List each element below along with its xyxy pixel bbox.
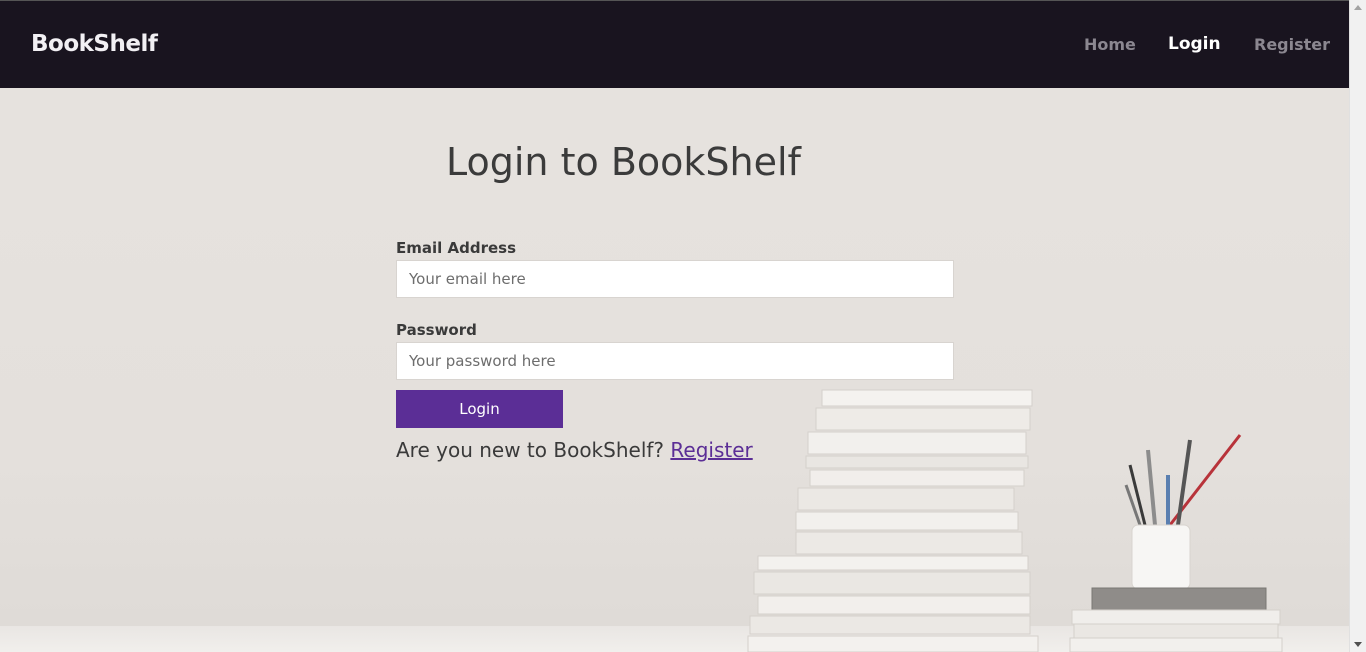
- email-label: Email Address: [396, 239, 517, 257]
- brand-logo-link[interactable]: BookShelf: [31, 31, 158, 57]
- page-viewport: BookShelf Home Login Register Login to B…: [0, 0, 1349, 652]
- register-link[interactable]: Register: [670, 438, 752, 462]
- page-title: Login to BookShelf: [446, 140, 801, 184]
- register-prompt: Are you new to BookShelf? Register: [396, 438, 753, 462]
- navbar: BookShelf Home Login Register: [0, 0, 1349, 88]
- password-label: Password: [396, 321, 477, 339]
- nav-link-home[interactable]: Home: [1084, 35, 1136, 54]
- login-button[interactable]: Login: [396, 390, 563, 428]
- register-prompt-text: Are you new to BookShelf?: [396, 438, 665, 462]
- books-illustration: [747, 389, 1039, 652]
- vertical-scrollbar[interactable]: [1349, 0, 1366, 652]
- nav-link-register[interactable]: Register: [1254, 35, 1330, 54]
- email-field[interactable]: [396, 260, 954, 298]
- password-field[interactable]: [396, 342, 954, 380]
- pencil-cup-illustration: [1069, 434, 1283, 652]
- scroll-down-arrow-icon[interactable]: [1354, 642, 1362, 647]
- nav-link-login[interactable]: Login: [1168, 34, 1221, 54]
- scroll-up-arrow-icon[interactable]: [1354, 5, 1362, 10]
